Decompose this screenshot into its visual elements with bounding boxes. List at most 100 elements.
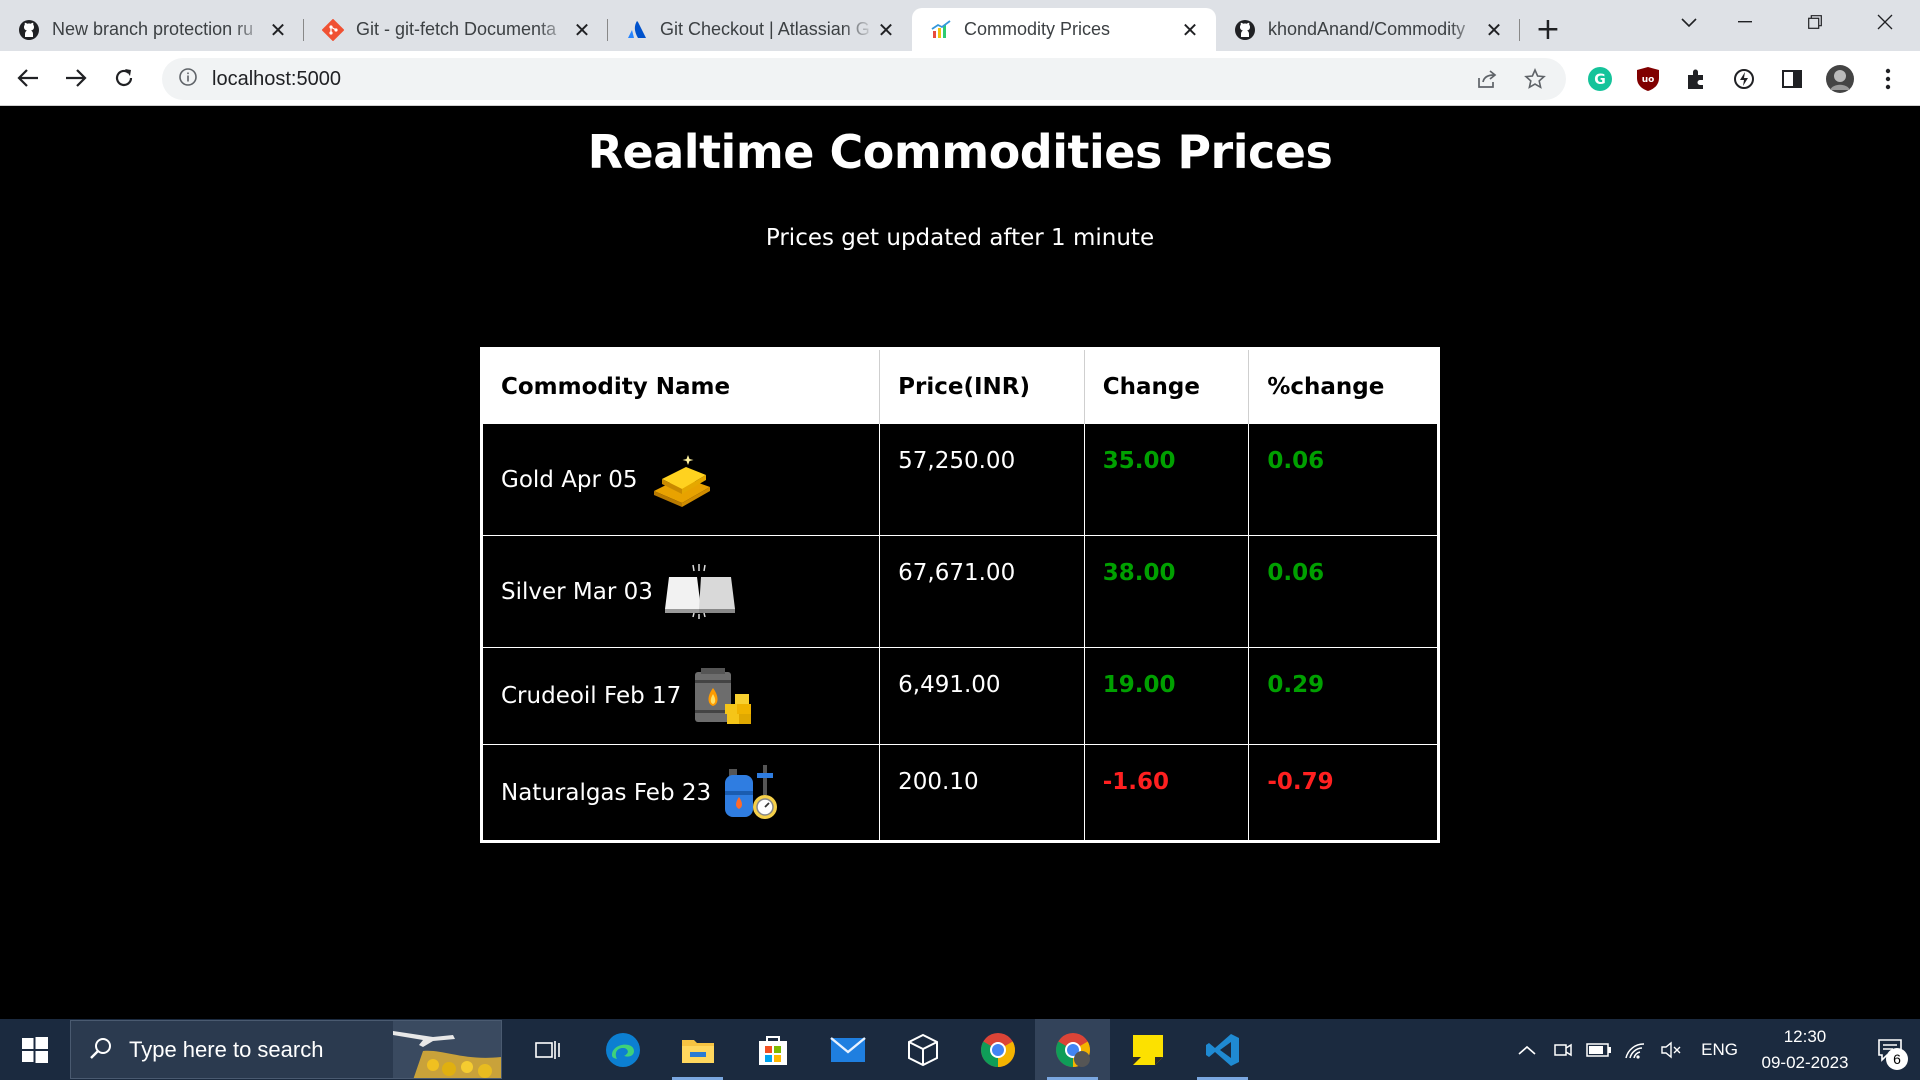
commodity-name: Silver Mar 03 [501,578,653,605]
commodity-prices-table: Commodity Name Price(INR) Change %change… [480,347,1440,843]
table-row: Naturalgas Feb 23 200.10 -1.60 -0.79 [480,744,1439,842]
chrome-active-window-icon[interactable] [1035,1019,1110,1080]
change-cell: 19.00 [1083,647,1250,745]
percent-change-cell: -0.79 [1248,744,1439,842]
page-content: Realtime Commodities Prices Prices get u… [0,107,1920,1019]
profile-avatar[interactable] [1822,61,1858,97]
tab-title: khondAnand/Commodity [1268,19,1466,39]
tab-commodity-prices[interactable]: Commodity Prices ✕ [912,8,1216,51]
close-window-icon[interactable] [1850,0,1920,44]
taskbar-search-box[interactable]: Type here to search [70,1020,502,1079]
gas-cylinder-icon [721,763,783,823]
speed-extension-icon[interactable] [1726,61,1762,97]
task-view-icon[interactable] [510,1019,585,1080]
side-panel-icon[interactable] [1774,61,1810,97]
cube-app-icon[interactable] [885,1019,960,1080]
price-cell: 67,671.00 [879,535,1085,648]
search-highlight-illustration-icon [393,1021,501,1078]
tab-git-checkout[interactable]: Git Checkout | Atlassian G ✕ [608,8,912,51]
tab-khondanand-repo[interactable]: khondAnand/Commodity ✕ [1216,8,1520,51]
price-cell: 57,250.00 [879,423,1085,536]
volume-muted-icon[interactable] [1653,1019,1689,1080]
table-header-row: Commodity Name Price(INR) Change %change [481,348,1439,424]
price-cell: 6,491.00 [879,647,1085,745]
site-info-icon[interactable] [178,67,198,91]
commodity-name: Naturalgas Feb 23 [501,779,712,806]
clock-time: 12:30 [1783,1026,1827,1046]
tab-title: New branch protection ru [52,19,254,39]
percent-change-cell: 0.06 [1248,423,1439,536]
tab-new-branch-protection[interactable]: New branch protection ru ✕ [0,8,304,51]
mail-icon[interactable] [810,1019,885,1080]
tab-git-fetch[interactable]: Git - git-fetch Documenta ✕ [304,8,608,51]
change-cell: 35.00 [1083,423,1250,536]
commodity-name-cell: Silver Mar 03 [480,535,881,648]
close-tab-icon[interactable]: ✕ [1178,18,1202,42]
table-row: Crudeoil Feb 17 6,491.00 19.00 0.29 [480,647,1439,745]
windows-taskbar: Type here to search ENG 12:30 09-02-2023… [0,1019,1920,1080]
chrome-menu-icon[interactable] [1870,61,1906,97]
chrome-icon[interactable] [960,1019,1035,1080]
search-placeholder: Type here to search [129,1036,324,1062]
bookmark-star-icon[interactable] [1520,64,1550,94]
new-tab-button[interactable]: + [1528,8,1568,51]
oil-barrel-icon [691,666,753,726]
percent-change-cell: 0.06 [1248,535,1439,648]
forward-arrow-icon[interactable] [56,58,96,98]
notification-center-icon[interactable]: 6 [1860,1019,1920,1080]
close-tab-icon[interactable]: ✕ [874,18,898,42]
tab-search-chevron-icon[interactable] [1674,8,1704,38]
close-tab-icon[interactable]: ✕ [570,18,594,42]
vscode-icon[interactable] [1185,1019,1260,1080]
github-icon [1234,19,1256,41]
atlassian-icon [626,19,648,41]
commodity-name-cell: Naturalgas Feb 23 [480,744,881,842]
extensions-puzzle-icon[interactable] [1678,61,1714,97]
minimize-window-icon[interactable] [1710,0,1780,44]
show-hidden-icons-chevron-icon[interactable] [1509,1019,1545,1080]
tab-title: Commodity Prices [964,19,1111,39]
commodity-name: Gold Apr 05 [501,466,638,493]
microsoft-store-icon[interactable] [735,1019,810,1080]
change-cell: -1.60 [1083,744,1250,842]
price-cell: 200.10 [879,744,1085,842]
reload-icon[interactable] [104,58,144,98]
svg-text:G: G [1594,72,1606,88]
back-arrow-icon[interactable] [8,58,48,98]
chart-favicon [930,19,952,41]
header-change: Change [1084,348,1250,424]
windows-start-icon[interactable] [0,1019,70,1080]
gold-bars-icon [648,451,716,509]
git-icon [322,18,344,41]
battery-icon[interactable] [1581,1019,1617,1080]
page-title: Realtime Commodities Prices [587,125,1333,179]
header-percent-change: %change [1248,348,1439,424]
input-language[interactable]: ENG [1701,1040,1738,1060]
wifi-icon[interactable] [1617,1019,1653,1080]
ublock-extension-icon[interactable]: uo [1630,61,1666,97]
browser-toolbar: localhost:5000 G uo [0,51,1920,106]
close-tab-icon[interactable]: ✕ [1482,18,1506,42]
sticky-notes-icon[interactable] [1110,1019,1185,1080]
url-text[interactable]: localhost:5000 [212,68,1454,91]
table-row: Silver Mar 03 67,671.00 38.00 0.06 [480,535,1439,648]
search-icon [89,1036,113,1064]
meet-now-icon[interactable] [1545,1019,1581,1080]
restore-window-icon[interactable] [1780,0,1850,44]
address-bar[interactable]: localhost:5000 [162,58,1566,100]
silver-bars-icon [663,563,737,621]
github-icon [18,19,40,41]
svg-text:uo: uo [1642,75,1655,85]
tab-title: Git Checkout | Atlassian G [660,19,870,39]
system-tray: ENG 12:30 09-02-2023 6 [1509,1019,1920,1080]
commodity-name-cell: Gold Apr 05 [480,423,881,536]
edge-browser-icon[interactable] [585,1019,660,1080]
close-tab-icon[interactable]: ✕ [266,18,290,42]
file-explorer-icon[interactable] [660,1019,735,1080]
grammarly-extension-icon[interactable]: G [1582,61,1618,97]
clock[interactable]: 12:30 09-02-2023 [1750,1024,1860,1076]
page-subtitle: Prices get updated after 1 minute [765,225,1155,251]
change-cell: 38.00 [1083,535,1250,648]
header-price: Price(INR) [879,348,1085,424]
share-icon[interactable] [1472,64,1502,94]
